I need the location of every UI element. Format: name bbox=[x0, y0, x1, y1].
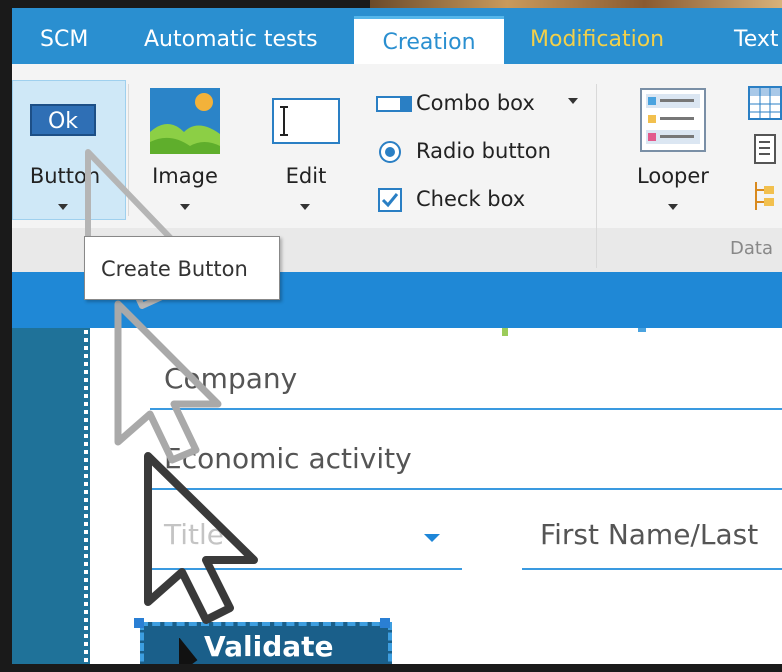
looper-icon bbox=[640, 88, 706, 152]
cursor-arrow-icon bbox=[114, 300, 222, 464]
combo-box-icon bbox=[376, 96, 412, 112]
combo-box-dropdown-arrow[interactable] bbox=[568, 98, 578, 104]
edit-label: Edit bbox=[285, 164, 327, 188]
check-box-label: Check box bbox=[416, 187, 526, 211]
tree-icon[interactable] bbox=[752, 180, 782, 214]
tab-text[interactable]: Text bbox=[720, 16, 782, 64]
tab-scm[interactable]: SCM bbox=[26, 16, 102, 64]
looper-label: Looper bbox=[637, 164, 709, 188]
tab-modification[interactable]: Modification bbox=[516, 16, 678, 64]
tab-creation[interactable]: Creation bbox=[354, 16, 504, 64]
edit-dropdown-arrow[interactable] bbox=[300, 204, 310, 210]
check-box-icon bbox=[378, 188, 402, 212]
marker-dot bbox=[638, 328, 646, 332]
left-border bbox=[0, 0, 12, 672]
resize-handle[interactable] bbox=[380, 618, 390, 628]
table-icon[interactable] bbox=[748, 86, 782, 120]
radio-button-icon bbox=[379, 141, 401, 163]
marker-dot bbox=[502, 328, 508, 336]
looper-dropdown-arrow[interactable] bbox=[668, 204, 678, 210]
button-dropdown-arrow[interactable] bbox=[58, 204, 68, 210]
background-photo-strip bbox=[370, 0, 782, 8]
cursor-arrow-icon bbox=[144, 452, 258, 624]
ok-button-preview: Ok bbox=[30, 104, 96, 136]
edit-field-icon bbox=[272, 98, 340, 144]
side-panel bbox=[12, 328, 90, 664]
separator bbox=[596, 84, 597, 268]
first-last-name-underline[interactable] bbox=[522, 568, 782, 570]
company-field-underline[interactable] bbox=[150, 408, 782, 410]
group-caption-data: Data bbox=[730, 238, 773, 259]
create-button-tooltip: Create Button bbox=[84, 236, 280, 300]
selection-dashed-border bbox=[84, 330, 88, 664]
image-icon bbox=[150, 88, 220, 154]
app-window: SCM Automatic tests Creation Modificatio… bbox=[0, 0, 782, 672]
radio-button-label: Radio button bbox=[416, 139, 551, 163]
first-last-name-label: First Name/Last bbox=[540, 518, 759, 551]
combo-box-label: Combo box bbox=[416, 91, 535, 115]
bottom-border bbox=[0, 664, 782, 672]
form-icon[interactable] bbox=[754, 134, 782, 164]
ribbon-tab-bar: SCM Automatic tests Creation Modificatio… bbox=[12, 8, 782, 64]
title-dropdown-arrow[interactable] bbox=[424, 534, 440, 542]
tab-automatic-tests[interactable]: Automatic tests bbox=[130, 16, 332, 64]
